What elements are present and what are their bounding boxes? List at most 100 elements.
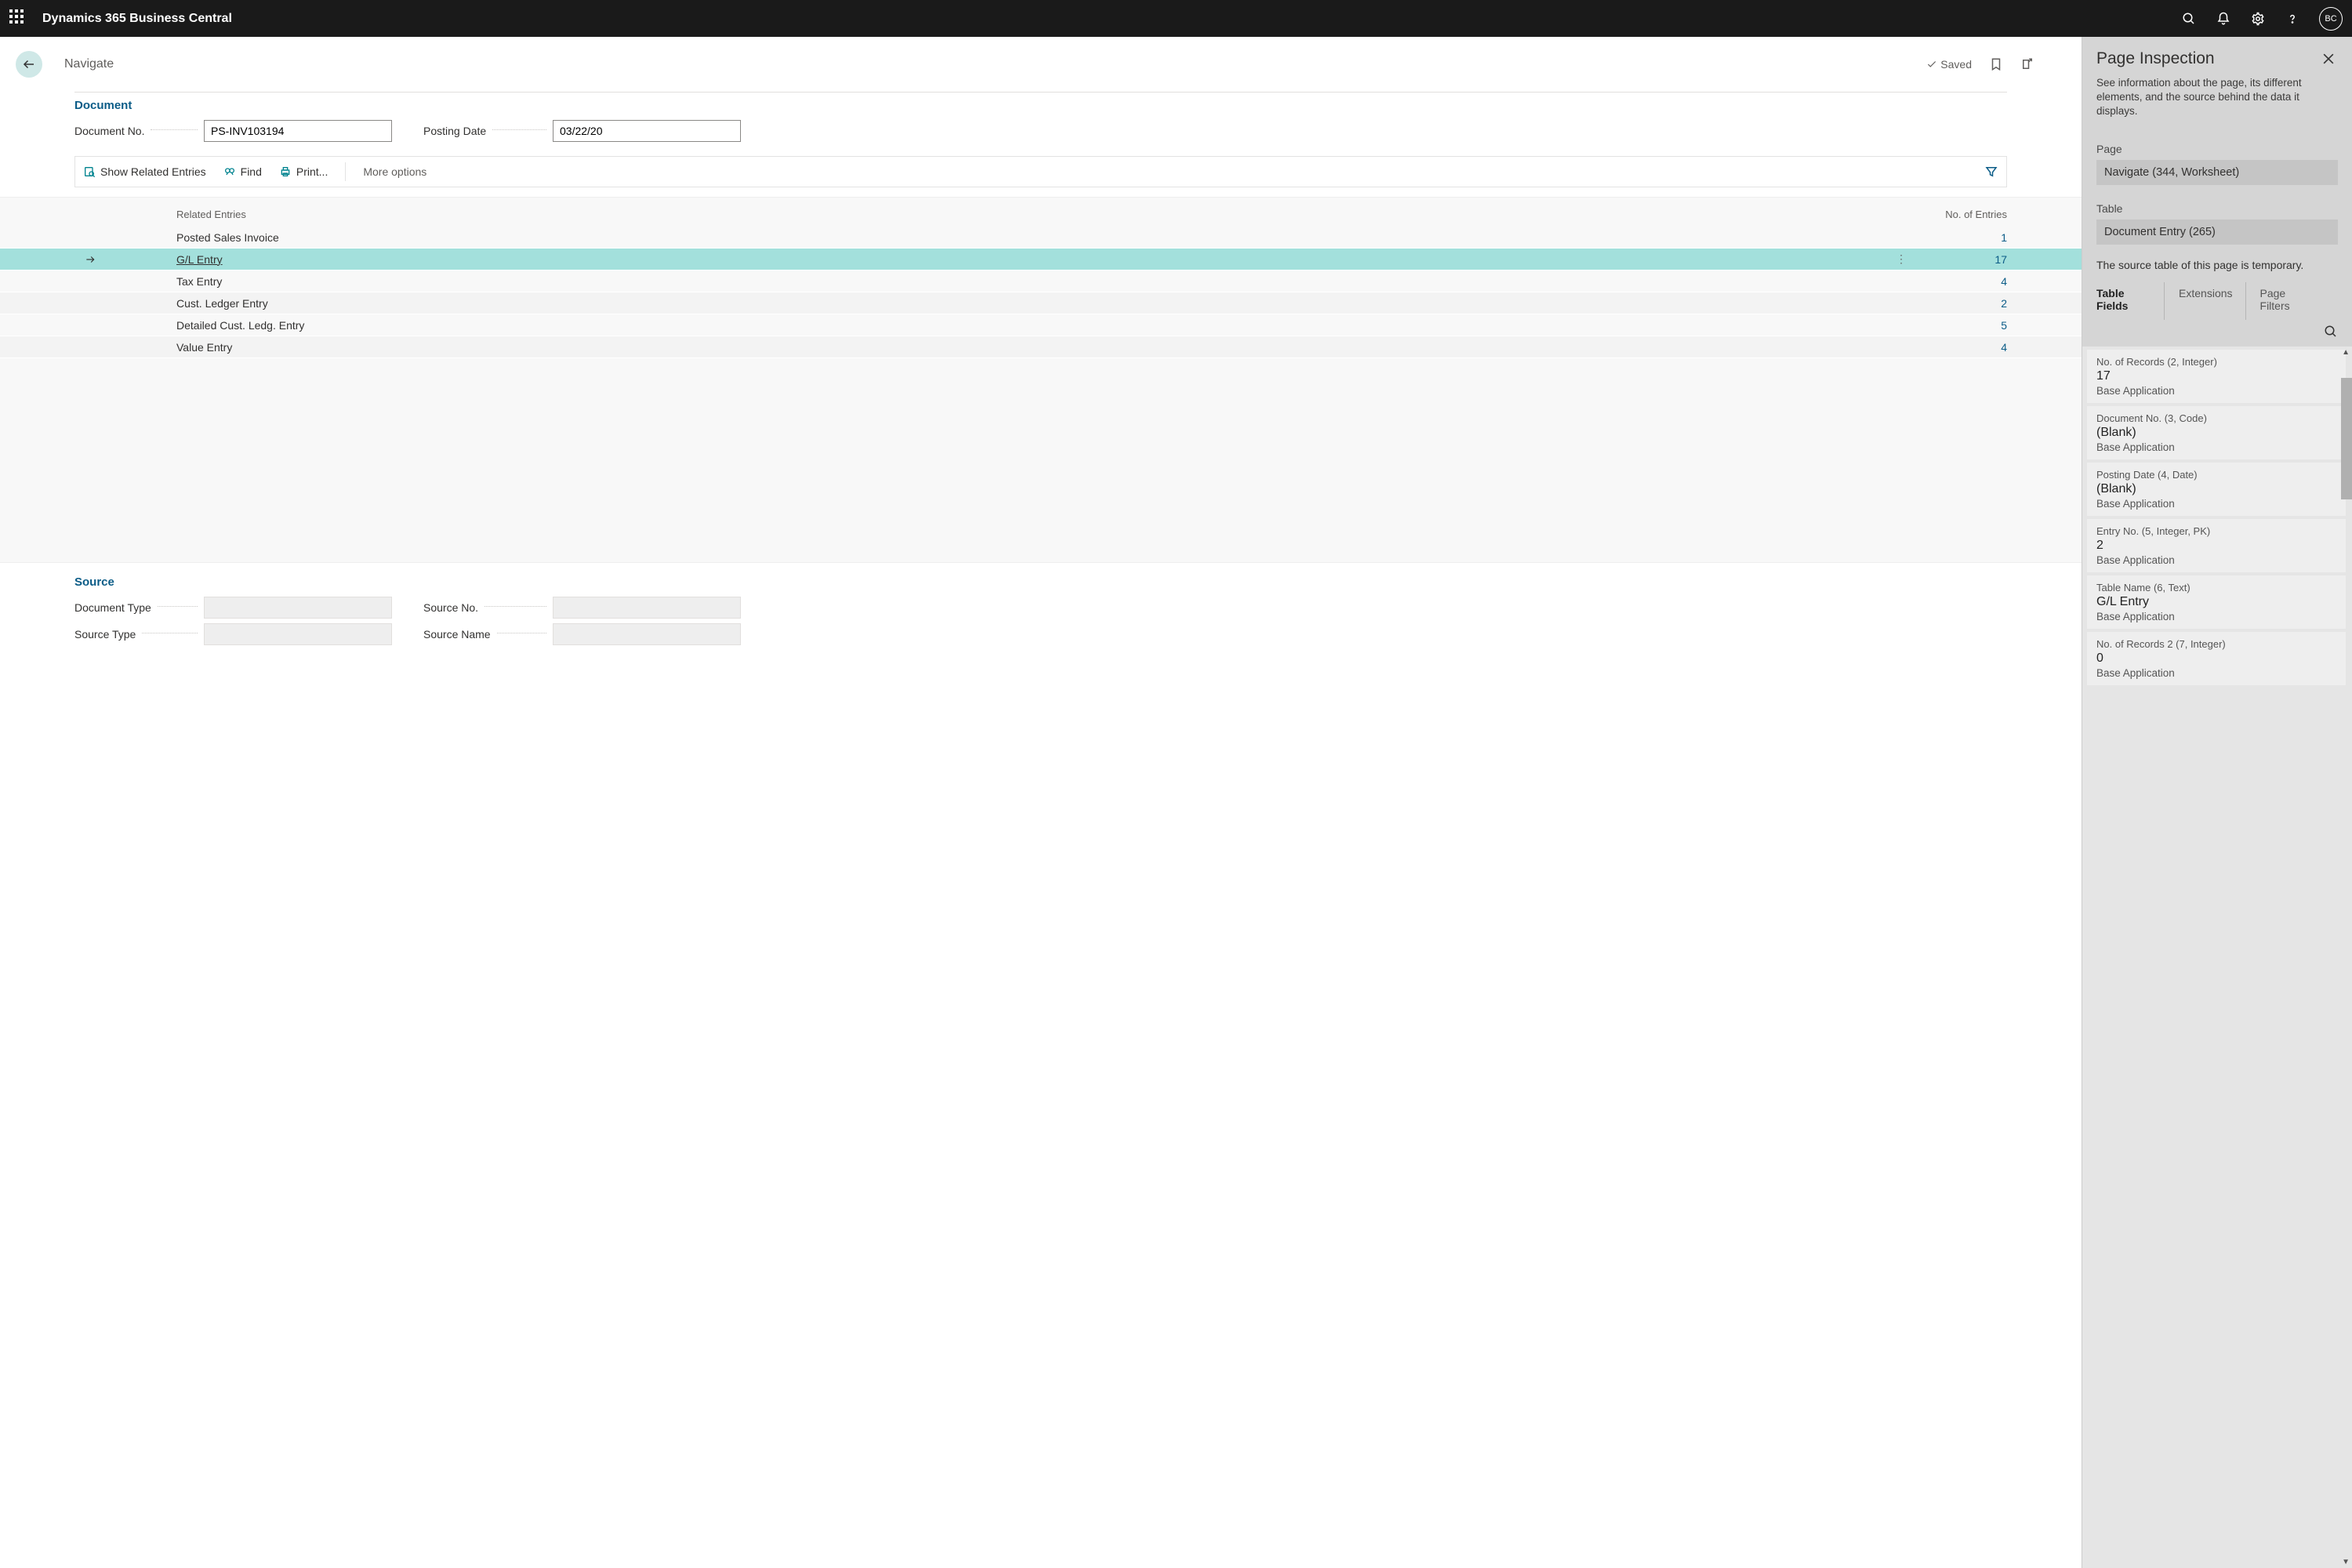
popout-icon[interactable] xyxy=(2020,57,2034,71)
toolbar-separator xyxy=(345,162,346,181)
scroll-down-icon[interactable]: ▼ xyxy=(2342,1558,2350,1566)
row-name[interactable]: Posted Sales Invoice xyxy=(176,231,279,244)
find-label: Find xyxy=(241,165,262,178)
field-source: Base Application xyxy=(2096,554,2336,566)
gear-icon[interactable] xyxy=(2250,11,2266,27)
field-value: (Blank) xyxy=(2096,482,2336,496)
show-related-label: Show Related Entries xyxy=(100,165,206,178)
field-meta: Posting Date (4, Date) xyxy=(2096,469,2336,481)
field-source: Base Application xyxy=(2096,611,2336,622)
inspector-fields-list[interactable]: ▲ ▼ No. of Records (2, Integer)17 Base Ap… xyxy=(2082,347,2352,1568)
source-type-label: Source Type xyxy=(74,628,136,641)
tab-page-filters[interactable]: Page Filters xyxy=(2260,282,2324,320)
inspector-page-label: Page xyxy=(2096,143,2338,155)
row-name[interactable]: Detailed Cust. Ledg. Entry xyxy=(176,319,304,332)
field-source: Base Application xyxy=(2096,498,2336,510)
more-options-button[interactable]: More options xyxy=(363,165,426,178)
field-meta: Table Name (6, Text) xyxy=(2096,582,2336,593)
row-count[interactable]: 4 xyxy=(1913,341,2007,354)
field-value: 17 xyxy=(2096,369,2336,383)
action-toolbar: Show Related Entries Find Print... More … xyxy=(74,156,2007,187)
row-count[interactable]: 5 xyxy=(1913,319,2007,332)
row-menu-icon[interactable]: ⋮ xyxy=(1889,252,1913,266)
related-entries-grid: Related Entries No. of Entries Posted Sa… xyxy=(0,197,2082,563)
page-inspection-panel: Page Inspection See information about th… xyxy=(2082,37,2352,1568)
source-name-input xyxy=(553,623,741,645)
field-value: G/L Entry xyxy=(2096,595,2336,609)
field-value: 0 xyxy=(2096,652,2336,666)
table-row[interactable]: Detailed Cust. Ledg. Entry⋮5 xyxy=(0,314,2082,336)
help-icon[interactable] xyxy=(2285,11,2300,27)
field-value: 2 xyxy=(2096,539,2336,553)
field-meta: No. of Records (2, Integer) xyxy=(2096,356,2336,368)
scroll-up-icon[interactable]: ▲ xyxy=(2342,348,2350,357)
field-card[interactable]: Document No. (3, Code) (Blank)Base Applic… xyxy=(2087,406,2346,459)
source-type-input xyxy=(204,623,392,645)
field-card[interactable]: No. of Records 2 (7, Integer) 0Base Appli… xyxy=(2087,632,2346,685)
source-no-label: Source No. xyxy=(423,601,478,614)
inspector-desc: See information about the page, its diff… xyxy=(2096,76,2338,119)
document-section-title: Document xyxy=(74,99,2007,112)
app-launcher-icon[interactable] xyxy=(9,9,28,28)
close-icon[interactable] xyxy=(2319,49,2338,68)
print-button[interactable]: Print... xyxy=(279,165,328,178)
inspector-note: The source table of this page is tempora… xyxy=(2082,245,2352,271)
row-count[interactable]: 1 xyxy=(1913,231,2007,244)
main-content: Navigate Saved Document Document No. xyxy=(0,37,2082,1568)
inspector-page-value[interactable]: Navigate (344, Worksheet) xyxy=(2096,160,2338,185)
field-card[interactable]: Posting Date (4, Date)(Blank) Base Applic… xyxy=(2087,463,2346,516)
tab-table-fields[interactable]: Table Fields xyxy=(2096,282,2165,320)
show-related-button[interactable]: Show Related Entries xyxy=(83,165,206,178)
field-source: Base Application xyxy=(2096,441,2336,453)
saved-indicator: Saved xyxy=(1926,58,1972,71)
field-meta: Document No. (3, Code) xyxy=(2096,412,2336,424)
row-name[interactable]: G/L Entry xyxy=(176,253,223,266)
doc-type-input xyxy=(204,597,392,619)
brand-title: Dynamics 365 Business Central xyxy=(42,12,232,26)
doc-no-input[interactable] xyxy=(204,120,392,142)
field-card[interactable]: Entry No. (5, Integer, PK) 2Base Applicat… xyxy=(2087,519,2346,572)
grid-col-count: No. of Entries xyxy=(1913,209,2007,220)
table-row[interactable]: Value Entry⋮4 xyxy=(0,336,2082,358)
inspector-table-value[interactable]: Document Entry (265) xyxy=(2096,220,2338,245)
row-name[interactable]: Value Entry xyxy=(176,341,232,354)
inspector-title: Page Inspection xyxy=(2096,49,2215,68)
inspector-search-icon[interactable] xyxy=(2324,325,2338,339)
find-button[interactable]: Find xyxy=(223,165,262,178)
posting-date-label: Posting Date xyxy=(423,125,486,137)
scrollbar-thumb[interactable] xyxy=(2341,378,2352,499)
avatar[interactable]: BC xyxy=(2319,7,2343,31)
inspector-table-label: Table xyxy=(2096,202,2338,215)
bookmark-icon[interactable] xyxy=(1989,57,2003,71)
tab-extensions[interactable]: Extensions xyxy=(2179,282,2245,320)
page-title: Navigate xyxy=(64,57,114,71)
field-value: (Blank) xyxy=(2096,426,2336,440)
grid-col-related: Related Entries xyxy=(176,209,1913,220)
saved-label: Saved xyxy=(1940,58,1972,71)
field-source: Base Application xyxy=(2096,667,2336,679)
table-row[interactable]: Tax Entry⋮4 xyxy=(0,270,2082,292)
field-source: Base Application xyxy=(2096,385,2336,397)
row-name[interactable]: Cust. Ledger Entry xyxy=(176,297,268,310)
bell-icon[interactable] xyxy=(2216,11,2231,27)
row-count[interactable]: 17 xyxy=(1913,253,2007,266)
field-card[interactable]: No. of Records (2, Integer)17 Base Applic… xyxy=(2087,350,2346,403)
source-section-title: Source xyxy=(74,575,2007,589)
back-button[interactable] xyxy=(16,51,42,78)
doc-type-label: Document Type xyxy=(74,601,151,614)
print-label: Print... xyxy=(296,165,328,178)
source-no-input xyxy=(553,597,741,619)
field-meta: Entry No. (5, Integer, PK) xyxy=(2096,525,2336,537)
field-card[interactable]: Table Name (6, Text) G/L Entry Base Applic… xyxy=(2087,575,2346,629)
row-count[interactable]: 2 xyxy=(1913,297,2007,310)
row-name[interactable]: Tax Entry xyxy=(176,275,222,288)
row-count[interactable]: 4 xyxy=(1913,275,2007,288)
table-row[interactable]: Cust. Ledger Entry⋮2 xyxy=(0,292,2082,314)
table-row[interactable]: Posted Sales Invoice⋮1 xyxy=(0,227,2082,249)
source-name-label: Source Name xyxy=(423,628,491,641)
search-icon[interactable] xyxy=(2181,11,2197,27)
table-row[interactable]: G/L Entry ⋮17 xyxy=(0,249,2082,270)
field-meta: No. of Records 2 (7, Integer) xyxy=(2096,638,2336,650)
posting-date-input[interactable] xyxy=(553,120,741,142)
filter-icon[interactable] xyxy=(1984,165,1998,179)
